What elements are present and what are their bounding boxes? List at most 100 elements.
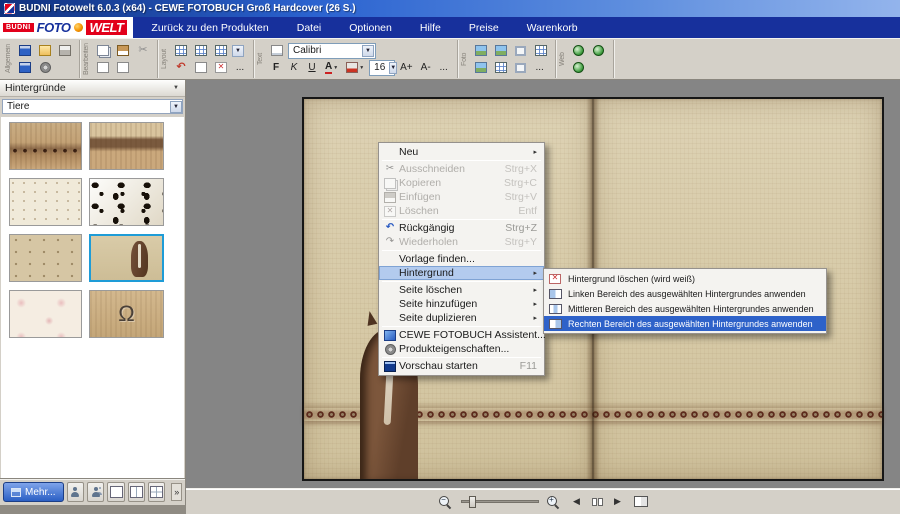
layout-dropdown-button[interactable]: ▼ [232,45,244,57]
menu-item-preise[interactable]: Preise [467,20,501,36]
remove-layout-button[interactable] [212,59,230,76]
web-gallery-button[interactable] [570,59,588,76]
menu-item-warenkorb[interactable]: Warenkorb [525,20,580,36]
print-button[interactable] [56,42,74,59]
page-option-2-button[interactable] [114,59,132,76]
photo-frame-button[interactable] [512,42,530,59]
copy-button[interactable] [94,42,112,59]
toolbar-row: ↶ ... [172,59,248,76]
increase-font-button[interactable]: A+ [397,60,416,76]
group-person-view-button[interactable] [87,482,104,502]
toolbar-group-layout: Layout ▼ ↶ ... [158,40,254,78]
photo-mask-button[interactable] [512,59,530,76]
menu-item-ausschneiden[interactable]: ✂ Ausschneiden Strg+X [379,162,544,176]
zoom-slider-handle[interactable] [469,496,476,508]
layout-columns-button[interactable] [212,42,230,59]
background-thumbnail-brown-band[interactable] [89,122,164,170]
settings-button[interactable] [36,59,54,76]
bold-button[interactable]: F [268,60,284,76]
zoom-out-button[interactable]: − [438,493,454,511]
background-thumbnail-horseshoe[interactable]: Ω [89,290,164,338]
menu-item-neu[interactable]: Neu ▸ [379,145,544,159]
menu-item-rueckgaengig[interactable]: ↶ Rückgängig Strg+Z [379,221,544,235]
layout-single-page-button[interactable] [107,482,124,502]
category-select[interactable]: Tiere ▼ [2,99,183,114]
previous-page-button[interactable]: ◀ [569,493,585,511]
photo-collage-button[interactable] [492,59,510,76]
category-dropdown-button[interactable]: ▼ [170,101,182,113]
layout-grid-button[interactable] [172,42,190,59]
toolbar-row [16,59,74,76]
layout-template-button[interactable] [192,42,210,59]
menu-item-hilfe[interactable]: Hilfe [418,20,443,36]
save-as-button[interactable] [16,59,34,76]
window-title: BUDNI Fotowelt 6.0.3 (x64) - CEWE FOTOBU… [19,3,356,14]
photo-border-button[interactable] [472,59,490,76]
layout-double-page-button[interactable] [128,482,145,502]
group-label-allgemein: Allgemein [4,41,13,77]
menu-item-vorschau-starten[interactable]: Vorschau starten F11 [379,359,544,373]
insert-photo-button[interactable] [472,42,490,59]
submenu-item-mittleren-bereich[interactable]: Mittleren Bereich des ausgewählten Hinte… [544,301,826,316]
background-thumbnail-beige-dots[interactable] [9,234,82,282]
insert-textbox-button[interactable] [268,42,286,59]
cut-button[interactable]: ✂ [134,42,152,59]
paste-button[interactable] [114,42,132,59]
single-person-view-button[interactable] [67,482,84,502]
italic-button[interactable]: K [286,60,302,76]
web-upload-button[interactable] [590,42,608,59]
menu-item-datei[interactable]: Datei [295,20,324,36]
more-layout-options-button[interactable]: ... [232,60,248,76]
next-page-button[interactable]: ▶ [610,493,626,511]
toolbar-row [472,42,550,59]
background-thumbnail-cream-dots[interactable] [9,178,82,226]
sidebar-header[interactable]: Hintergründe ▼ [0,80,185,97]
background-thumbnail-tan-chain[interactable] [9,122,82,170]
pages-button[interactable] [192,59,210,76]
collapse-panel-button[interactable]: » [171,483,182,501]
menu-item-zurueck[interactable]: Zurück zu den Produkten [149,20,270,36]
submenu-item-linken-bereich[interactable]: Linken Bereich des ausgewählten Hintergr… [544,286,826,301]
font-size-select[interactable]: 16 ▼ [369,60,395,76]
background-thumbnail-horse-selected[interactable] [89,234,164,282]
menu-item-optionen[interactable]: Optionen [347,20,394,36]
font-color-button[interactable]: A ▼ [322,60,341,76]
undo-button[interactable]: ↶ [172,59,190,76]
menu-separator [382,357,541,358]
open-button[interactable] [36,42,54,59]
menu-item-seite-duplizieren[interactable]: Seite duplizieren ▸ [379,311,544,325]
photo-grid-button[interactable] [532,42,550,59]
zoom-slider[interactable] [461,500,539,503]
save-button[interactable] [16,42,34,59]
menu-item-seite-hinzufuegen[interactable]: Seite hinzufügen ▸ [379,297,544,311]
background-thumbnail-dalmatian[interactable] [89,178,164,226]
menu-item-seite-loeschen[interactable]: Seite löschen ▸ [379,283,544,297]
page-option-button[interactable] [94,59,112,76]
view-mode-button[interactable] [633,493,649,511]
layout-grid-page-button[interactable] [148,482,165,502]
more-text-options-button[interactable]: ... [436,60,452,76]
menu-item-vorlage-finden[interactable]: Vorlage finden... [379,252,544,266]
submenu-item-hintergrund-loeschen[interactable]: Hintergrund löschen (wird weiß) [544,271,826,286]
menu-item-loeschen[interactable]: Löschen Entf [379,204,544,218]
menu-item-assistent[interactable]: CEWE FOTOBUCH Assistent... [379,328,544,342]
fill-color-button[interactable]: ▼ [343,60,367,76]
menu-item-label: Rückgängig [399,222,454,234]
toolbar-row: Calibri ▼ [268,42,452,59]
underline-button[interactable]: U [304,60,320,76]
more-photo-options-button[interactable]: ... [532,60,548,76]
web-share-button[interactable] [570,42,588,59]
font-size-value: 16 [374,62,385,73]
photo-effects-button[interactable] [492,42,510,59]
menu-item-produkteigenschaften[interactable]: Produkteigenschaften... [379,342,544,356]
menu-item-wiederholen[interactable]: ↷ Wiederholen Strg+Y [379,235,544,249]
background-thumbnail-pink-flowers[interactable] [9,290,82,338]
submenu-item-rechten-bereich[interactable]: Rechten Bereich des ausgewählten Hinterg… [544,316,826,331]
menu-item-einfuegen[interactable]: Einfügen Strg+V [379,190,544,204]
font-family-select[interactable]: Calibri ▼ [288,43,376,59]
menu-item-hintergrund[interactable]: Hintergrund ▸ [379,266,544,280]
menu-item-kopieren[interactable]: Kopieren Strg+C [379,176,544,190]
decrease-font-button[interactable]: A- [418,60,434,76]
zoom-in-button[interactable]: + [546,493,562,511]
mehr-button[interactable]: Mehr... [3,482,64,502]
